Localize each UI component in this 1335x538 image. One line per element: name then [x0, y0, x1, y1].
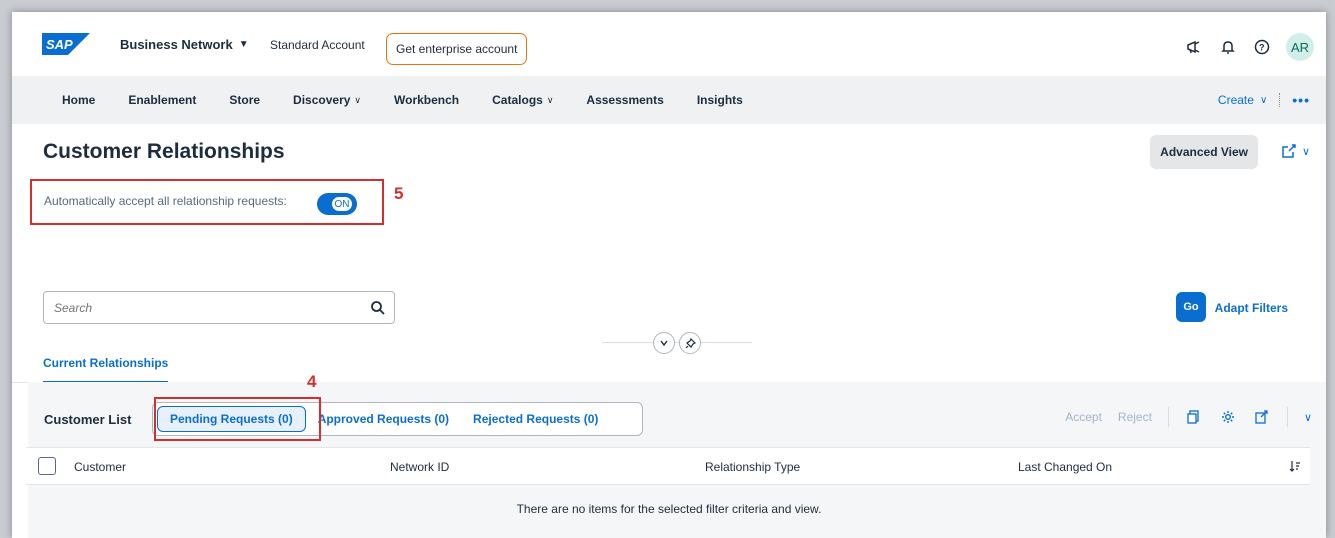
product-switcher[interactable]: Business Network ▼: [120, 37, 249, 52]
pin-icon: [685, 337, 696, 348]
auto-accept-toggle[interactable]: ON: [317, 193, 357, 215]
nav-item-discovery[interactable]: Discovery ∨: [293, 93, 361, 107]
annotation-step-5: 5: [394, 184, 404, 203]
accept-button[interactable]: Accept: [1065, 410, 1102, 424]
copy-icon[interactable]: [1185, 408, 1203, 426]
nav-item-catalogs[interactable]: Catalogs ∨: [492, 93, 553, 107]
nav-item-home[interactable]: Home: [62, 93, 95, 107]
get-enterprise-account-button[interactable]: Get enterprise account: [386, 33, 528, 65]
nav-label: Assessments: [586, 93, 664, 107]
create-label: Create: [1217, 93, 1254, 107]
nav-label: Home: [62, 93, 96, 107]
column-header-customer[interactable]: Customer: [74, 460, 126, 474]
help-icon[interactable]: ?: [1252, 37, 1272, 57]
export-icon[interactable]: [1253, 408, 1271, 426]
collapse-header-button[interactable]: [653, 332, 675, 354]
advanced-view-button[interactable]: Advanced View: [1150, 135, 1258, 169]
divider: [1279, 93, 1281, 107]
divider: [1286, 407, 1288, 427]
annotation-step-4: 4: [307, 372, 317, 391]
megaphone-icon[interactable]: [1184, 37, 1204, 57]
auto-accept-highlight: Automatically accept all relationship re…: [30, 179, 384, 225]
pin-header-button[interactable]: [679, 332, 701, 354]
user-avatar[interactable]: AR: [1286, 33, 1314, 61]
toggle-knob: ON: [331, 196, 353, 212]
page-title: Customer Relationships: [43, 140, 285, 163]
share-icon: [1282, 144, 1296, 158]
notification-bell-icon[interactable]: [1218, 37, 1238, 57]
more-options-button[interactable]: •••: [1292, 92, 1310, 108]
nav-item-insights[interactable]: Insights: [697, 93, 743, 107]
main-navigation: Home Enablement Store Discovery ∨ Workben…: [12, 76, 1326, 124]
search-input[interactable]: [54, 299, 354, 317]
no-data-message: There are no items for the selected filt…: [516, 502, 822, 516]
nav-label: Insights: [696, 93, 743, 107]
product-name: Business Network: [120, 37, 233, 52]
go-button[interactable]: Go: [1176, 292, 1206, 322]
chevron-down-icon: ∨: [1301, 145, 1310, 158]
auto-accept-label: Automatically accept all relationship re…: [44, 194, 287, 208]
chevron-down-icon: ∨: [1259, 94, 1268, 106]
nav-item-workbench[interactable]: Workbench: [394, 93, 459, 107]
nav-label: Enablement: [128, 93, 197, 107]
rejected-requests-segment[interactable]: Rejected Requests (0): [461, 403, 610, 435]
nav-item-store[interactable]: Store: [229, 93, 260, 107]
chevron-down-icon: [660, 340, 668, 347]
approved-requests-segment[interactable]: Approved Requests (0): [306, 403, 461, 435]
svg-text:?: ?: [1259, 43, 1265, 53]
nav-label: Workbench: [394, 93, 460, 107]
reject-button[interactable]: Reject: [1118, 410, 1152, 424]
column-header-network-id[interactable]: Network ID: [390, 460, 449, 474]
caret-down-icon: ▼: [238, 39, 249, 50]
svg-text:SAP: SAP: [46, 37, 73, 52]
shell-bar: SAP Business Network ▼ Standard Account …: [12, 12, 1326, 76]
header-collapse-divider: [602, 342, 752, 343]
nav-item-assessments[interactable]: Assessments: [586, 93, 663, 107]
column-header-relationship-type[interactable]: Relationship Type: [705, 460, 800, 474]
select-all-checkbox[interactable]: [38, 457, 56, 475]
sap-logo[interactable]: SAP: [42, 33, 90, 55]
chevron-down-icon[interactable]: ∨: [1304, 411, 1312, 424]
account-type: Standard Account: [270, 38, 365, 52]
table-header-row: Customer Network ID Relationship Type La…: [26, 447, 1310, 485]
chevron-down-icon: ∨: [354, 94, 362, 105]
app-window: SAP Business Network ▼ Standard Account …: [12, 12, 1326, 538]
adapt-filters-button[interactable]: Adapt Filters: [1215, 301, 1288, 315]
search-icon[interactable]: [370, 300, 386, 316]
nav-label: Discovery: [293, 93, 351, 107]
nav-label: Catalogs: [492, 93, 543, 107]
nav-item-enablement[interactable]: Enablement: [128, 93, 196, 107]
column-header-last-changed-on[interactable]: Last Changed On: [1018, 460, 1112, 474]
divider: [1167, 407, 1169, 427]
nav-label: Store: [229, 93, 261, 107]
tab-current-relationships[interactable]: Current Relationships: [43, 356, 169, 384]
search-field[interactable]: [43, 291, 395, 324]
share-menu-button[interactable]: ∨: [1281, 143, 1310, 159]
chevron-down-icon: ∨: [546, 94, 554, 105]
create-menu-button[interactable]: Create ∨: [1218, 93, 1267, 107]
table-title: Customer List: [44, 412, 132, 427]
pending-requests-highlight: [154, 397, 321, 441]
settings-icon[interactable]: [1219, 408, 1237, 426]
sort-icon[interactable]: [1289, 460, 1301, 475]
